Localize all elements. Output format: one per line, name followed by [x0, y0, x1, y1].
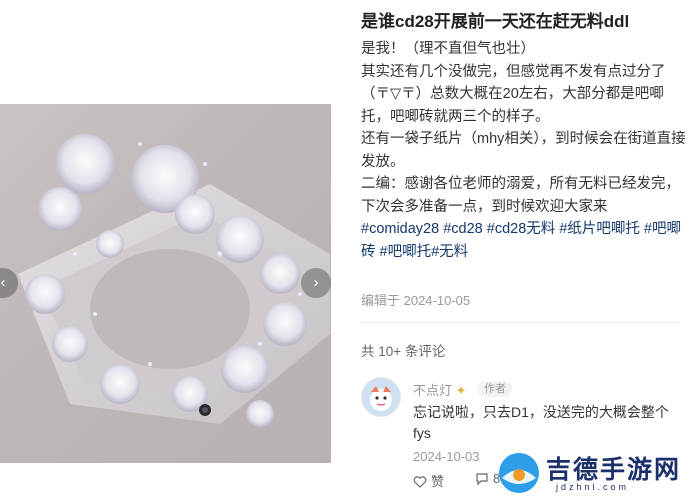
acrylic-stand-illustration: [18, 134, 330, 428]
sparkle-icon: ✦: [455, 383, 467, 398]
post-line: 其实还有几个没做完，但感觉再不发有点过分了（〒▽〒）总数大概在20左右，大部分都…: [361, 63, 666, 125]
site-watermark: 吉德手游网 jdzhnl.com: [494, 450, 694, 497]
comment-text: 忘记说啦，只去D1，没送完的大概会整个fys: [413, 404, 669, 441]
post-content: 是谁cd28开展前一天还在赶无料ddl 是我！（理不直但气也壮） 其实还有几个没…: [347, 0, 694, 497]
post-line: 还有一袋子纸片（mhy相关），到时候会在街道直接发放。: [361, 131, 686, 170]
edited-date: 编辑于 2024-10-05: [361, 293, 471, 308]
post-line: 是我！（理不直但气也壮）: [361, 41, 535, 57]
comment-date: 2024-10-03: [413, 449, 480, 464]
watermark-logo-icon: [499, 453, 539, 493]
watermark-url: jdzhnl.com: [556, 482, 630, 492]
hashtag-link[interactable]: #无料: [431, 244, 468, 260]
author-badge: 作者: [478, 381, 512, 397]
post-body: 是我！（理不直但气也壮） 其实还有几个没做完，但感觉再不发有点过分了（〒▽〒）总…: [361, 38, 691, 263]
heart-icon: [413, 476, 427, 488]
comment-author[interactable]: 不点灯 ✦: [413, 380, 467, 399]
like-label: 赞: [431, 474, 445, 489]
hashtag-link[interactable]: #cd28无料: [487, 221, 556, 237]
like-button[interactable]: 赞: [413, 471, 444, 490]
avatar-image: [362, 378, 400, 416]
hashtag-link[interactable]: #cd28: [443, 221, 483, 237]
hashtag-link[interactable]: #comiday28: [361, 221, 439, 237]
comment-author-name: 不点灯: [413, 383, 453, 398]
media-panel: ‹ ›: [0, 0, 331, 497]
post-line: 二编：感谢各位老师的溺爱，所有无料已经发完，下次会多准备一点，到时候欢迎大家来: [361, 176, 680, 215]
hashtag-link[interactable]: #吧唧托: [380, 244, 432, 260]
avatar[interactable]: [361, 377, 401, 417]
comment-count: 共 10+ 条评论: [361, 344, 446, 359]
post-title: 是谁cd28开展前一天还在赶无料ddl: [361, 12, 630, 31]
comment-icon: [476, 473, 488, 486]
hashtag-link[interactable]: #纸片吧唧托: [559, 221, 640, 237]
gallery-next-button[interactable]: ›: [301, 268, 331, 298]
chevron-right-icon: ›: [313, 274, 319, 291]
chevron-left-icon: ‹: [0, 274, 6, 291]
divider: [361, 322, 679, 323]
post-photo[interactable]: [0, 104, 331, 463]
hashtag-list: #comiday28 #cd28 #cd28无料 #纸片吧唧托 #吧唧砖 #吧唧…: [361, 218, 691, 263]
watermark-text: 吉德手游网: [546, 456, 682, 484]
